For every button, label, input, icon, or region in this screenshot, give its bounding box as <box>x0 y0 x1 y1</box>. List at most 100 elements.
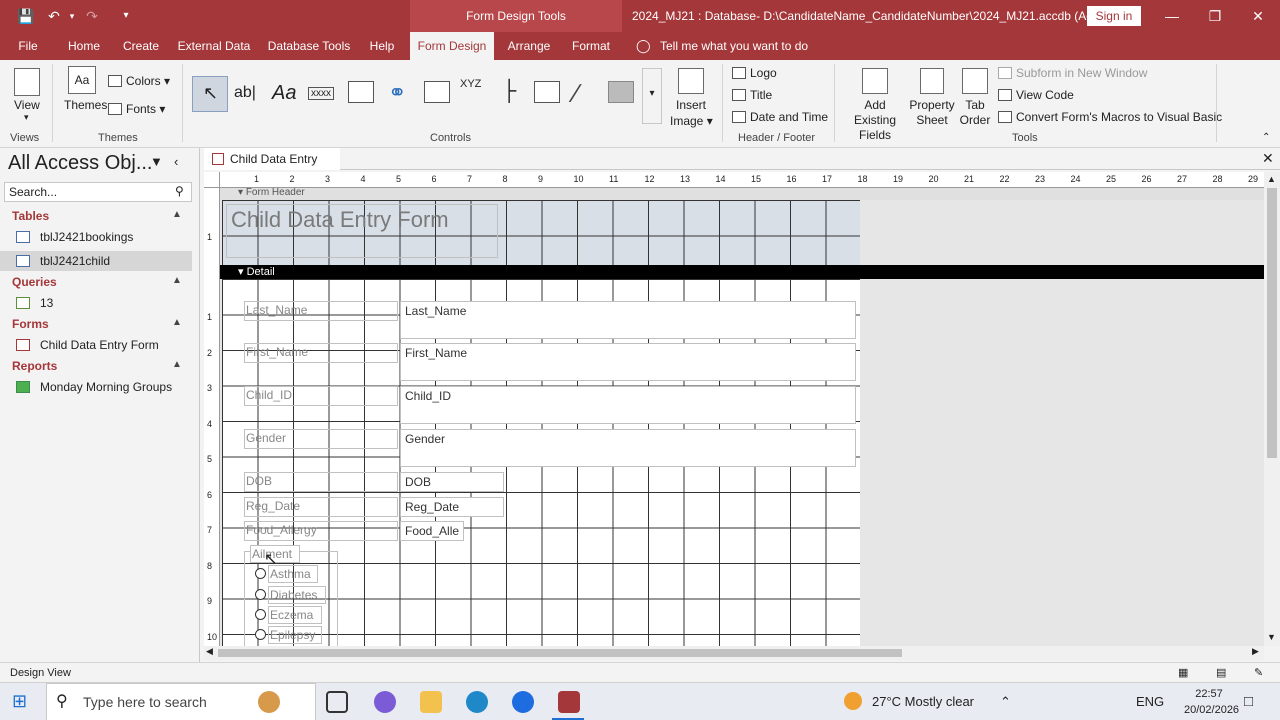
view-code-button[interactable]: View Code <box>998 88 1074 102</box>
tab-database-tools[interactable]: Database Tools <box>262 32 356 60</box>
layout-view-icon[interactable]: ▤ <box>1216 663 1226 683</box>
vertical-scrollbar[interactable]: ▲ ▼ <box>1264 172 1280 646</box>
label-first-name[interactable]: First_Name <box>244 343 398 363</box>
form-header-section-bar[interactable]: ▾ Form Header <box>220 188 1264 200</box>
nav-item-query[interactable]: 13 <box>0 293 192 313</box>
date-time-button[interactable]: Date and Time <box>732 110 828 124</box>
fonts-button[interactable]: Fonts ▾ <box>108 102 165 116</box>
textbox-dob[interactable]: DOB <box>400 472 504 492</box>
customize-toolbar-icon[interactable]: ▾ <box>116 6 136 26</box>
search-highlight-icon[interactable] <box>258 691 280 713</box>
scroll-left-icon[interactable]: ◀ <box>206 646 213 657</box>
form-view-icon[interactable]: ▦ <box>1178 663 1188 683</box>
tab-form-design[interactable]: Form Design <box>410 32 494 60</box>
nav-category-queries[interactable]: Queries <box>12 275 57 289</box>
vertical-scroll-thumb[interactable] <box>1267 188 1277 458</box>
textbox-reg-date[interactable]: Reg_Date <box>400 497 504 517</box>
clock[interactable]: 22:57 20/02/2026 <box>1184 686 1239 718</box>
form-title-label[interactable]: Child Data Entry Form <box>226 204 498 258</box>
combo-box-tool[interactable] <box>530 76 564 110</box>
sign-in-button[interactable]: Sign in <box>1087 6 1141 26</box>
edge-icon[interactable] <box>466 691 488 713</box>
weather-text[interactable]: 27°C Mostly clear <box>872 683 974 720</box>
view-icon[interactable] <box>14 68 40 96</box>
tab-format[interactable]: Format <box>564 32 618 60</box>
add-existing-fields-icon[interactable] <box>862 68 888 94</box>
navigation-control-tool[interactable] <box>420 76 454 110</box>
textbox-first-name[interactable]: First_Name <box>400 343 856 381</box>
nav-menu-dropdown-icon[interactable]: ▼ <box>150 154 163 169</box>
label-control-tool[interactable]: Aa <box>268 76 302 110</box>
minimize-icon[interactable]: — <box>1150 0 1194 32</box>
zoom-icon[interactable] <box>512 691 534 713</box>
themes-button-label[interactable]: Themes <box>64 98 107 112</box>
line-tool[interactable]: ∕ <box>568 76 602 110</box>
tab-home[interactable]: Home <box>60 32 108 60</box>
nav-category-tables[interactable]: Tables <box>12 209 49 223</box>
design-canvas[interactable]: ▾ Form Header Child Data Entry Form ▾ De… <box>220 188 1264 646</box>
add-existing-fields-button[interactable]: Add Existing Fields <box>844 98 906 143</box>
language-indicator[interactable]: ENG <box>1136 683 1164 720</box>
nav-pane-title[interactable]: All Access Obj... <box>8 152 153 175</box>
collapse-ribbon-icon[interactable]: ⌃ <box>1262 132 1270 143</box>
insert-image-icon[interactable] <box>678 68 704 94</box>
chevron-up-icon[interactable]: ▲ <box>172 317 182 328</box>
insert-image-label-2[interactable]: Image ▾ <box>670 114 713 128</box>
tell-me-search[interactable]: Tell me what you want to do <box>660 32 810 60</box>
copilot-icon[interactable] <box>374 691 396 713</box>
label-child-id[interactable]: Child_ID <box>244 386 398 406</box>
label-eczema[interactable]: Eczema <box>268 606 322 624</box>
undo-icon[interactable]: ↶ <box>44 6 64 26</box>
view-button-label[interactable]: View <box>14 98 40 112</box>
nav-category-reports[interactable]: Reports <box>12 359 57 373</box>
scroll-up-icon[interactable]: ▲ <box>1267 174 1276 184</box>
detail-section-bar[interactable]: ▾ Detail <box>220 265 1264 279</box>
radio-epilepsy[interactable] <box>255 629 266 640</box>
tab-external-data[interactable]: External Data <box>174 32 254 60</box>
insert-image-label-1[interactable]: Insert <box>676 98 706 112</box>
tab-control-tool[interactable] <box>344 76 378 110</box>
chevron-up-icon[interactable]: ▲ <box>172 359 182 370</box>
shutter-bar-close-icon[interactable]: ‹ <box>174 154 178 169</box>
access-app-icon[interactable] <box>558 691 580 713</box>
undo-dropdown-icon[interactable]: ▾ <box>62 6 82 26</box>
weather-icon[interactable] <box>844 692 862 710</box>
tab-order-icon[interactable] <box>962 68 988 94</box>
radio-asthma[interactable] <box>255 568 266 579</box>
nav-item-table[interactable]: tblJ2421bookings <box>0 227 192 247</box>
property-sheet-icon[interactable] <box>920 68 944 94</box>
task-view-icon[interactable] <box>326 691 348 713</box>
save-icon[interactable]: 💾 <box>16 6 36 26</box>
windows-start-icon[interactable]: ⊞ <box>12 691 27 712</box>
form-selector[interactable] <box>204 172 220 188</box>
nav-search-input[interactable]: Search... <box>4 182 192 202</box>
button-control-tool[interactable]: xxxx <box>306 76 340 110</box>
file-explorer-icon[interactable] <box>420 691 442 713</box>
convert-macros-button[interactable]: Convert Form's Macros to Visual Basic <box>998 110 1222 124</box>
textbox-control-tool[interactable]: ab| <box>230 76 264 110</box>
notifications-icon[interactable]: □ <box>1244 683 1253 720</box>
label-food-allergy[interactable]: Food_Allergy <box>244 521 398 541</box>
tab-help[interactable]: Help <box>362 32 402 60</box>
textbox-last-name[interactable]: Last_Name <box>400 301 856 339</box>
show-hidden-icons[interactable]: ⌃ <box>1000 683 1011 720</box>
page-break-tool[interactable]: ├ <box>494 76 528 110</box>
title-button[interactable]: Title <box>732 88 772 102</box>
tab-arrange[interactable]: Arrange <box>502 32 556 60</box>
label-last-name[interactable]: Last_Name <box>244 301 398 321</box>
detail-grid[interactable]: Last_Name Last_Name First_Name First_Nam… <box>222 279 860 646</box>
property-sheet-button[interactable]: Property Sheet <box>908 98 956 128</box>
colors-button[interactable]: Colors ▾ <box>108 74 170 88</box>
document-tab[interactable]: Child Data Entry Form <box>204 148 340 188</box>
horizontal-scroll-thumb[interactable] <box>218 649 902 657</box>
textbox-food-allergy[interactable]: Food_Alle <box>400 521 464 541</box>
chevron-up-icon[interactable]: ▲ <box>172 275 182 286</box>
toggle-button-tool[interactable] <box>604 76 638 110</box>
scroll-down-icon[interactable]: ▼ <box>1267 632 1276 642</box>
logo-button[interactable]: Logo <box>732 66 777 80</box>
nav-item-report[interactable]: Monday Morning Groups <box>0 377 192 397</box>
close-document-icon[interactable]: ✕ <box>1262 150 1274 167</box>
scroll-right-icon[interactable]: ▶ <box>1252 646 1259 657</box>
form-header-grid[interactable]: Child Data Entry Form <box>222 200 860 265</box>
view-dropdown-icon[interactable]: ▾ <box>24 112 29 123</box>
